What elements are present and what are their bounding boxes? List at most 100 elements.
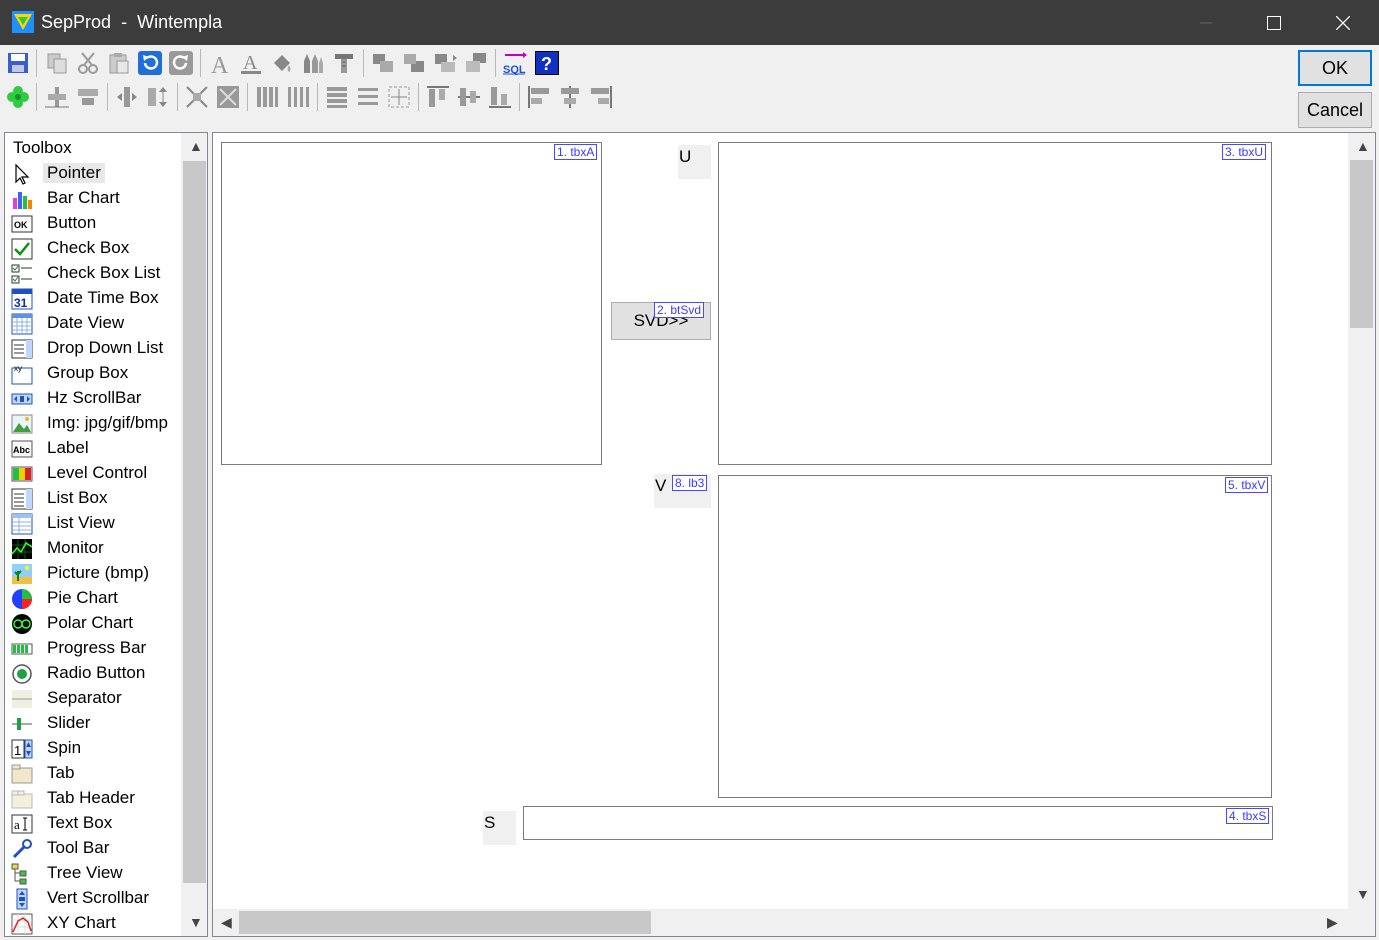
help-icon[interactable]: ?: [535, 51, 559, 75]
toolbox-item-pie-chart[interactable]: Pie Chart: [5, 586, 181, 611]
move-backward-icon[interactable]: [464, 51, 488, 75]
toolbox-item-xy-chart[interactable]: XY Chart: [5, 911, 181, 936]
canvas-hscroll-thumb[interactable]: [239, 911, 651, 934]
save-icon[interactable]: [6, 51, 30, 75]
toolbox-item-radio-button[interactable]: Radio Button: [5, 661, 181, 686]
stamp-icon[interactable]: [332, 51, 356, 75]
same-height-icon[interactable]: [325, 85, 349, 109]
align-bottom-center-icon[interactable]: [45, 85, 69, 109]
toolbox-item-bar-chart[interactable]: Bar Chart: [5, 186, 181, 211]
scrollbar-corner: [1348, 909, 1375, 936]
svg-text:A: A: [243, 52, 258, 74]
tree-view-icon: [11, 863, 27, 885]
fill-color-icon[interactable]: [270, 51, 294, 75]
textbox-tbxS[interactable]: [523, 806, 1273, 840]
toolbox-item-label[interactable]: Abc Label: [5, 436, 181, 461]
pens-icon[interactable]: [301, 51, 325, 75]
scroll-up-icon[interactable]: ▲: [189, 139, 203, 153]
toolbox-item-group-box[interactable]: xy Group Box: [5, 361, 181, 386]
toolbox-item-spin[interactable]: 1 Spin: [5, 736, 181, 761]
scroll-right-icon[interactable]: ▶: [1327, 915, 1338, 929]
toolbox-item-check-box[interactable]: Check Box: [5, 236, 181, 261]
label-icon: Abc: [11, 440, 33, 458]
textbox-tbxV[interactable]: [718, 475, 1272, 798]
toolbox-item-picture-bmp[interactable]: Picture (bmp): [5, 561, 181, 586]
space-vertical-icon[interactable]: [146, 85, 170, 109]
toolbox-item-drop-down-list[interactable]: Drop Down List: [5, 336, 181, 361]
toolbox-scrollbar[interactable]: ▲ ▼: [181, 133, 207, 936]
font-icon[interactable]: A: [208, 51, 232, 75]
toolbox-item-list-view[interactable]: List View: [5, 511, 181, 536]
toolbox-item-separator[interactable]: Separator: [5, 686, 181, 711]
label-u[interactable]: U: [678, 145, 711, 179]
bring-front-icon[interactable]: [371, 51, 395, 75]
close-button[interactable]: [1309, 0, 1377, 45]
shrink-icon[interactable]: [185, 85, 209, 109]
minimize-button[interactable]: [1172, 0, 1240, 45]
toolbox-item-img-jpg-gif-bmp[interactable]: Img: jpg/gif/bmp: [5, 411, 181, 436]
font-color-icon[interactable]: A: [239, 51, 263, 75]
toolbox-item-text-box[interactable]: a Text Box: [5, 811, 181, 836]
sql-icon[interactable]: SQL: [503, 51, 527, 75]
copy-icon[interactable]: [45, 51, 69, 75]
control-tag-tbxS: 4. tbxS: [1226, 808, 1270, 824]
toolbox-item-hz-scrollbar[interactable]: Hz ScrollBar: [5, 386, 181, 411]
undo-icon[interactable]: [138, 51, 162, 75]
control-tag-tbxU: 3. tbxU: [1222, 144, 1267, 160]
toolbox-item-tab-header[interactable]: Tab Header: [5, 786, 181, 811]
toolbox-item-progress-bar[interactable]: Progress Bar: [5, 636, 181, 661]
align-right-icon[interactable]: [589, 85, 613, 109]
scroll-down-icon[interactable]: ▼: [189, 915, 203, 929]
toolbox-item-polar-chart[interactable]: Polar Chart: [5, 611, 181, 636]
align-left-icon[interactable]: [527, 85, 551, 109]
cut-icon[interactable]: [76, 51, 100, 75]
toolbox-item-tree-view[interactable]: Tree View: [5, 861, 181, 886]
canvas-vscroll-thumb[interactable]: [1350, 160, 1373, 328]
toolbox-item-date-view[interactable]: Date View: [5, 311, 181, 336]
toolbar-separator: [36, 49, 37, 77]
maximize-button[interactable]: [1240, 0, 1308, 45]
align-center-icon[interactable]: [558, 85, 582, 109]
distribute-width-icon[interactable]: [286, 85, 310, 109]
resize-both-icon[interactable]: [387, 85, 411, 109]
paste-icon[interactable]: [107, 51, 131, 75]
align-top-icon[interactable]: [426, 85, 450, 109]
toolbox-item-check-box-list[interactable]: Check Box List: [5, 261, 181, 286]
label-s[interactable]: S: [483, 811, 516, 845]
scroll-left-icon[interactable]: ◀: [221, 915, 232, 929]
toolbox-item-label: Date Time Box: [47, 288, 159, 307]
scroll-down-icon[interactable]: ▼: [1356, 887, 1370, 901]
toolbox-item-level-control[interactable]: Level Control: [5, 461, 181, 486]
toolbox-item-monitor[interactable]: Monitor: [5, 536, 181, 561]
move-forward-icon[interactable]: [433, 51, 457, 75]
toolbox-item-vert-scrollbar[interactable]: Vert Scrollbar: [5, 886, 181, 911]
distribute-height-icon[interactable]: [356, 85, 380, 109]
canvas-horizontal-scrollbar[interactable]: ◀ ▶: [213, 909, 1348, 936]
same-width-icon[interactable]: [255, 85, 279, 109]
ok-button[interactable]: OK: [1298, 50, 1372, 86]
scroll-up-icon[interactable]: ▲: [1356, 139, 1370, 153]
expand-icon[interactable]: [216, 85, 240, 109]
toolbox-scroll-thumb[interactable]: [183, 161, 206, 883]
toolbox-item-slider[interactable]: Slider: [5, 711, 181, 736]
canvas-vertical-scrollbar[interactable]: ▲ ▼: [1348, 133, 1375, 909]
space-horizontal-icon[interactable]: [115, 85, 139, 109]
toolbox-item-list-box[interactable]: List Box: [5, 486, 181, 511]
design-canvas[interactable]: 1. tbxA U 3. tbxU SVD>> 2. btSvd V 8. lb…: [212, 132, 1376, 937]
text-box-icon: a: [11, 814, 33, 834]
align-middle-icon[interactable]: [457, 85, 481, 109]
textbox-tbxA[interactable]: [221, 142, 602, 465]
align-center-h-icon[interactable]: [76, 85, 100, 109]
toolbox-item-tool-bar[interactable]: Tool Bar: [5, 836, 181, 861]
clover-icon[interactable]: [6, 85, 30, 109]
toolbox-item-tab[interactable]: Tab: [5, 761, 181, 786]
toolbar-separator: [200, 49, 201, 77]
cancel-button[interactable]: Cancel: [1298, 92, 1372, 128]
send-back-icon[interactable]: [402, 51, 426, 75]
toolbox-item-pointer[interactable]: Pointer: [5, 161, 181, 186]
align-bottom-icon[interactable]: [488, 85, 512, 109]
toolbox-item-date-time-box[interactable]: 31 Date Time Box: [5, 286, 181, 311]
toolbox-item-button[interactable]: OK Button: [5, 211, 181, 236]
textbox-tbxU[interactable]: [718, 142, 1272, 465]
redo-icon[interactable]: [169, 51, 193, 75]
